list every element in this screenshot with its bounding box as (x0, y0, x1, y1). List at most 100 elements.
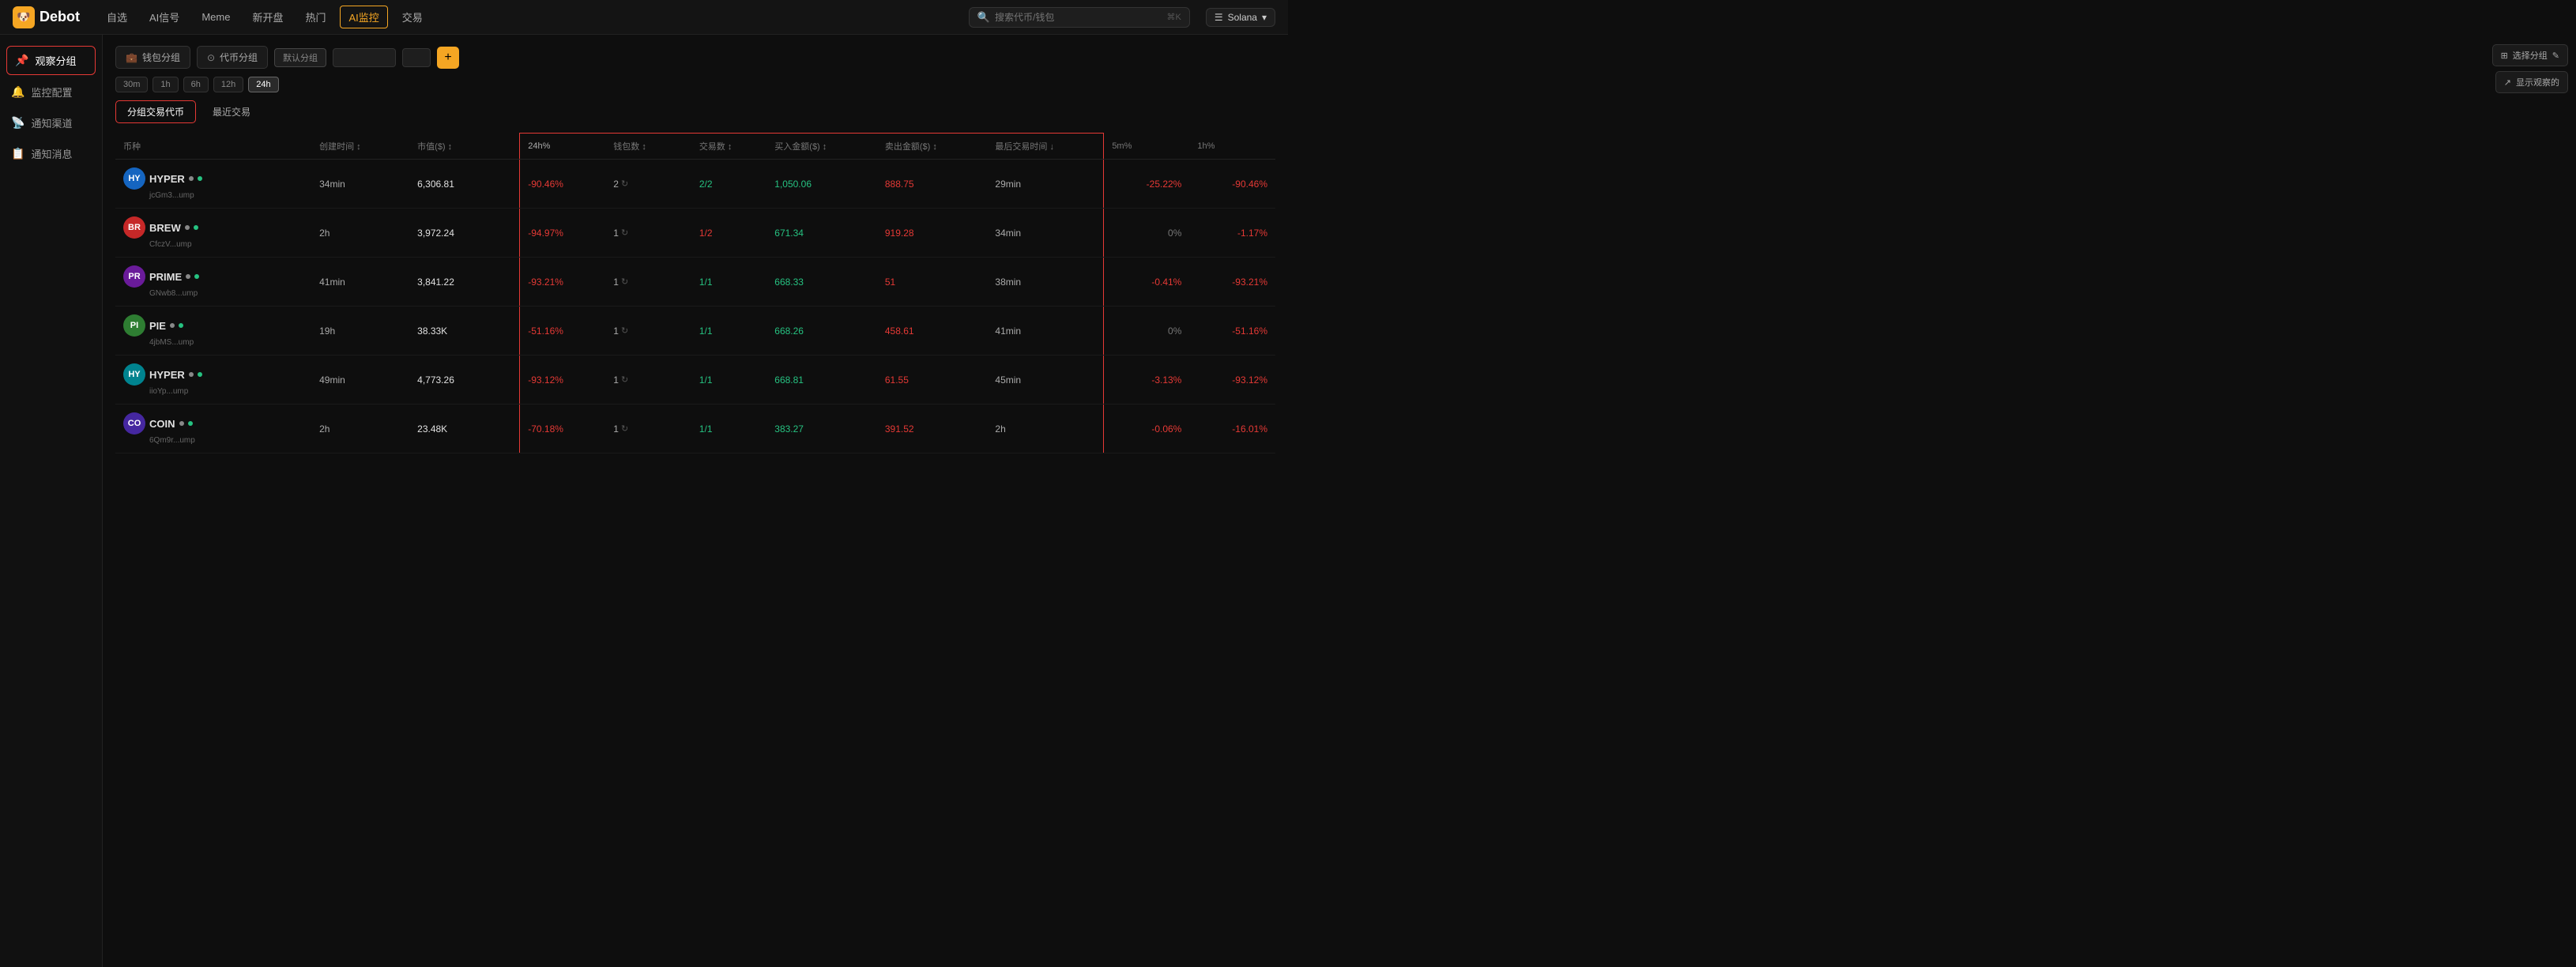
status-dot (194, 274, 199, 279)
data-table: 币种 创建时间 ↕ 市值($) ↕ 24h% 钱包数 ↕ 交 (115, 133, 1275, 453)
default-group-tag[interactable]: 默认分组 (274, 48, 326, 67)
th-created[interactable]: 创建时间 ↕ (311, 134, 409, 160)
wallet-icon: 💼 (126, 52, 137, 63)
message-icon: 📋 (11, 147, 24, 160)
th-sell[interactable]: 卖出金额($) ↕ (877, 134, 988, 160)
th-1h: 1h% (1189, 134, 1275, 160)
time-btn-30m[interactable]: 30m (115, 77, 148, 92)
wallet-count: 1 ↻ (605, 307, 691, 356)
change-24h: -51.16% (520, 307, 606, 356)
search-input[interactable] (995, 12, 1153, 23)
chevron-down-icon: ▾ (1262, 12, 1267, 23)
wallet-count: 1 ↻ (605, 404, 691, 453)
status-dot (179, 323, 183, 328)
sidebar-label-watch: 观察分组 (35, 53, 76, 68)
wallet-count: 1 ↻ (605, 209, 691, 258)
group-placeholder-2 (402, 48, 431, 67)
token-address: GNwb8...ump (149, 289, 303, 298)
sell-amount: 51 (877, 258, 988, 307)
nav-item-new-listings[interactable]: 新开盘 (244, 6, 291, 28)
buy-amount: 668.81 (766, 356, 877, 404)
th-trades[interactable]: 交易数 ↕ (691, 134, 766, 160)
token-icon: ⊙ (207, 52, 215, 63)
th-24h: 24h% (520, 134, 606, 160)
nav-item-trade[interactable]: 交易 (394, 6, 431, 28)
market-cap: 38.33K (409, 307, 520, 356)
nav-item-zixuan[interactable]: 自选 (99, 6, 135, 28)
change-1h: -1.17% (1189, 209, 1275, 258)
sidebar-item-monitor-config[interactable]: 🔔 监控配置 (0, 77, 102, 107)
last-trade-time: 41min (987, 307, 1103, 356)
status-dot (186, 274, 190, 279)
time-btn-1h[interactable]: 1h (153, 77, 178, 92)
table-header-row: 币种 创建时间 ↕ 市值($) ↕ 24h% 钱包数 ↕ 交 (115, 134, 1275, 160)
market-cap: 6,306.81 (409, 160, 520, 209)
view-tab-group-trades[interactable]: 分组交易代币 (115, 100, 196, 123)
th-mktcap[interactable]: 市值($) ↕ (409, 134, 520, 160)
th-5m: 5m% (1104, 134, 1190, 160)
nav-item-ai-monitor[interactable]: AI监控 (340, 6, 387, 28)
nav-item-ai-signal[interactable]: AI信号 (141, 6, 187, 28)
sidebar-item-notify-channel[interactable]: 📡 通知渠道 (0, 107, 102, 138)
chain-selector[interactable]: ☰ Solana ▾ (1206, 8, 1275, 27)
wallet-count: 1 ↻ (605, 356, 691, 404)
change-24h: -93.12% (520, 356, 606, 404)
sell-amount: 391.52 (877, 404, 988, 453)
trade-count: 1/1 (691, 307, 766, 356)
trade-count: 1/1 (691, 258, 766, 307)
status-dot (185, 225, 190, 230)
sidebar-label-monitor: 监控配置 (31, 85, 72, 100)
sell-amount: 919.28 (877, 209, 988, 258)
token-avatar: CO (123, 412, 145, 435)
token-group-tab[interactable]: ⊙ 代币分组 (197, 46, 268, 69)
token-address: iioYp...ump (149, 387, 303, 396)
search-shortcut: ⌘K (1166, 12, 1181, 22)
last-trade-time: 34min (987, 209, 1103, 258)
last-trade-time: 38min (987, 258, 1103, 307)
th-wallets[interactable]: 钱包数 ↕ (605, 134, 691, 160)
refresh-icon: ↻ (621, 277, 628, 287)
change-5m: -25.22% (1104, 160, 1190, 209)
status-dot (179, 421, 184, 426)
created-time: 19h (311, 307, 409, 356)
status-dot (189, 176, 194, 181)
buy-amount: 1,050.06 (766, 160, 877, 209)
time-btn-24h[interactable]: 24h (248, 77, 278, 92)
time-btn-6h[interactable]: 6h (183, 77, 209, 92)
nav-item-meme[interactable]: Meme (194, 8, 238, 26)
change-5m: -3.13% (1104, 356, 1190, 404)
token-tab-label: 代币分组 (220, 51, 258, 64)
status-dot (198, 372, 202, 377)
sidebar-label-msg: 通知消息 (31, 146, 72, 161)
change-5m: 0% (1104, 209, 1190, 258)
nav-item-hot[interactable]: 热门 (297, 6, 333, 28)
view-tab-recent-trades[interactable]: 最近交易 (201, 100, 262, 123)
sidebar-item-notify-msg[interactable]: 📋 通知消息 (0, 138, 102, 169)
add-group-button[interactable]: + (437, 47, 459, 69)
broadcast-icon: 📡 (11, 116, 24, 130)
logo: 🐶 Debot (13, 6, 80, 28)
th-buy[interactable]: 买入金额($) ↕ (766, 134, 877, 160)
group-type-tabs: 💼 钱包分组 ⊙ 代币分组 默认分组 + (115, 46, 1275, 69)
sell-amount: 61.55 (877, 356, 988, 404)
last-trade-time: 29min (987, 160, 1103, 209)
last-trade-time: 45min (987, 356, 1103, 404)
market-cap: 4,773.26 (409, 356, 520, 404)
token-address: CfczV...ump (149, 240, 303, 249)
sidebar-item-watch-group[interactable]: 📌 观察分组 (6, 46, 96, 75)
topnav: 🐶 Debot 自选 AI信号 Meme 新开盘 热门 AI监控 交易 🔍 ⌘K… (0, 0, 1288, 35)
table-row: HY HYPER jcGm3...ump 34min 6,306.81 -90.… (115, 160, 1275, 209)
bell-icon: 🔔 (11, 85, 24, 99)
time-btn-12h[interactable]: 12h (213, 77, 243, 92)
search-bar: 🔍 ⌘K (969, 7, 1190, 28)
th-lasttime[interactable]: 最后交易时间 ↓ (987, 134, 1103, 160)
last-trade-time: 2h (987, 404, 1103, 453)
status-dot (170, 323, 175, 328)
token-name-cell: PI PIE 4jbMS...ump (115, 307, 311, 356)
menu-icon: ☰ (1215, 12, 1223, 23)
change-1h: -16.01% (1189, 404, 1275, 453)
table-row: PR PRIME GNwb8...ump 41min 3,841.22 -93.… (115, 258, 1275, 307)
view-tab-row: 分组交易代币 最近交易 (115, 100, 1275, 123)
wallet-group-tab[interactable]: 💼 钱包分组 (115, 46, 190, 69)
time-filter-row: 30m 1h 6h 12h 24h (115, 77, 1275, 92)
